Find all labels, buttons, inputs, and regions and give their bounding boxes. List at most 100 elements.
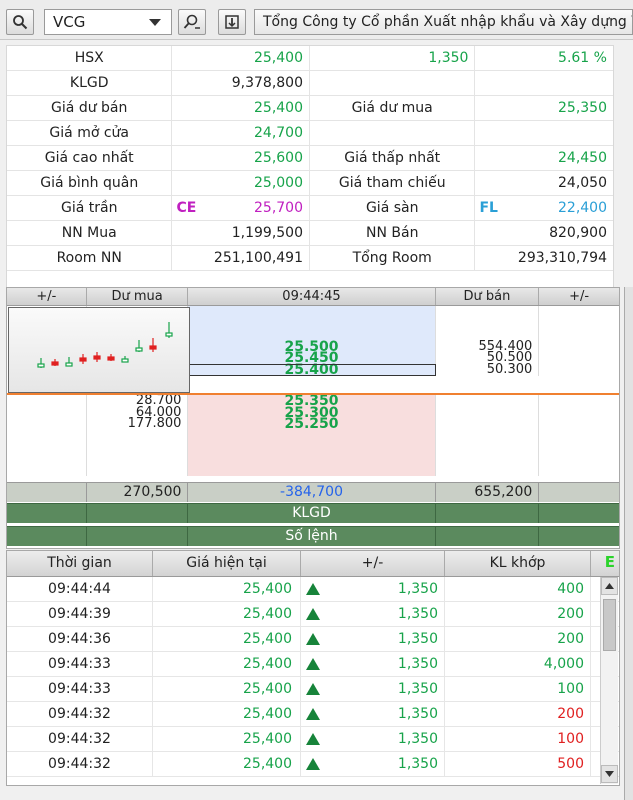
stock-info-panel: HSX 25,400 1,350 5.61 % KLGD 9,378,800 G… [6, 45, 614, 290]
search-button[interactable] [6, 9, 34, 35]
bid-volume [87, 464, 189, 477]
high-price: 25,600 [172, 146, 310, 170]
info-row: NN Mua 1,199,500 NN Bán 820,900 [7, 221, 613, 246]
up-arrow-icon [306, 733, 320, 745]
scroll-down-button[interactable] [601, 765, 618, 783]
column-header-time[interactable]: Thời gian [7, 551, 153, 576]
bid-price[interactable]: 25.250 [188, 417, 436, 431]
trade-volume: 400 [445, 577, 591, 601]
symbol-dropdown-button[interactable] [140, 10, 170, 34]
info-label: Giá mở cửa [7, 121, 173, 145]
trade-row[interactable]: 09:44:32 25,400 1,350 500 [7, 752, 619, 777]
bid-cell [539, 453, 619, 465]
bid-price[interactable] [188, 452, 436, 465]
foreign-sell: 820,900 [549, 225, 607, 241]
trade-price: 25,400 [153, 652, 301, 676]
bid-row [7, 441, 619, 453]
up-arrow-icon [306, 658, 320, 670]
column-header[interactable]: Dư bán [436, 288, 540, 305]
candle-body [165, 332, 173, 337]
zoom-search-button[interactable] [178, 9, 206, 35]
totals-spacer [539, 483, 619, 502]
column-header-volume[interactable]: KL khớp [445, 551, 591, 576]
bid-price[interactable] [188, 429, 436, 442]
trade-time: 09:44:33 [7, 652, 153, 676]
add-watchlist-button[interactable] [218, 9, 246, 35]
bid-price[interactable] [188, 464, 436, 477]
ask-price[interactable] [188, 306, 436, 318]
column-header-price[interactable]: Giá hiện tại [153, 551, 301, 576]
info-label: Giá cao nhất [7, 146, 173, 170]
trade-row[interactable]: 09:44:33 25,400 1,350 4,000 [7, 652, 619, 677]
column-header[interactable]: +/- [539, 288, 619, 305]
trade-row[interactable]: 09:44:33 25,400 1,350 100 [7, 677, 619, 702]
bid-ask-separator [7, 393, 619, 395]
average-price: 25,000 [172, 171, 310, 195]
total-buy: 270,500 [87, 483, 189, 502]
order-count-bar: Số lệnh [7, 526, 619, 546]
trade-row[interactable]: 09:44:44 25,400 1,350 400 [7, 577, 619, 602]
trade-change-value: 1,350 [397, 756, 438, 772]
trade-price: 25,400 [153, 702, 301, 726]
bid-cell [7, 441, 87, 453]
bid-price[interactable] [188, 441, 436, 453]
scroll-thumb[interactable] [603, 599, 616, 651]
trade-row[interactable]: 09:44:36 25,400 1,350 200 [7, 627, 619, 652]
bid-cell [539, 395, 619, 407]
bid-cell [7, 418, 87, 430]
trade-price: 25,400 [153, 627, 301, 651]
candle-body [135, 347, 143, 352]
trade-time: 09:44:32 [7, 752, 153, 776]
up-arrow-icon [306, 608, 320, 620]
candle-body [79, 357, 87, 362]
low-price: 24,450 [558, 150, 607, 166]
bid-cell [7, 395, 87, 407]
bid-volume [87, 452, 189, 465]
info-label: NN Mua [7, 221, 173, 245]
column-header[interactable]: Dư mua [87, 288, 189, 305]
trades-scrollbar[interactable] [600, 577, 618, 784]
export-badge[interactable]: E [605, 553, 615, 571]
bid-row [7, 464, 619, 477]
last-price: 25,400 [172, 46, 310, 70]
ask-cell [539, 352, 619, 364]
trade-time: 09:44:32 [7, 702, 153, 726]
order-book: +/- Dư mua 09:44:45 Dư bán +/- 25.500 554… [6, 287, 620, 549]
bid-volume [87, 441, 189, 453]
bid-cell [539, 465, 619, 477]
bid-cell [436, 429, 540, 442]
total-diff: -384,700 [188, 483, 436, 502]
order-count-label: Số lệnh [188, 527, 436, 546]
bid-cell [539, 430, 619, 442]
info-row: Giá trần CE 25,700 Giá sàn FL 22,400 [7, 196, 613, 221]
ask-cell [539, 306, 619, 318]
trade-change: 1,350 [301, 727, 445, 751]
info-row: KLGD 9,378,800 [7, 71, 613, 96]
trade-change-value: 1,350 [397, 681, 438, 697]
ask-price[interactable] [188, 317, 436, 330]
bid-cell [539, 407, 619, 419]
bid-cell [7, 429, 87, 442]
klgd-bar: KLGD [7, 503, 619, 523]
trade-price: 25,400 [153, 677, 301, 701]
column-header[interactable]: +/- [7, 288, 87, 305]
bid-row [7, 452, 619, 465]
foreign-buy: 1,199,500 [172, 221, 310, 245]
column-header-change[interactable]: +/- [301, 551, 445, 576]
candle-body [37, 363, 45, 368]
floor-price: FL 22,400 [475, 196, 613, 220]
trade-time: 09:44:32 [7, 727, 153, 751]
info-label: Giá dư bán [7, 96, 173, 120]
bid-cell [436, 441, 540, 453]
trade-row[interactable]: 09:44:39 25,400 1,350 200 [7, 602, 619, 627]
candle-body [93, 355, 101, 360]
info-row: HSX 25,400 1,350 5.61 % [7, 46, 613, 71]
search-icon [13, 15, 28, 30]
trade-time: 09:44:33 [7, 677, 153, 701]
trade-row[interactable]: 09:44:32 25,400 1,350 200 [7, 702, 619, 727]
scroll-up-button[interactable] [601, 577, 618, 595]
trade-change: 1,350 [301, 677, 445, 701]
ask-price[interactable]: 25.400 [188, 363, 436, 377]
trade-row[interactable]: 09:44:32 25,400 1,350 100 [7, 727, 619, 752]
add-to-list-icon [225, 15, 239, 29]
